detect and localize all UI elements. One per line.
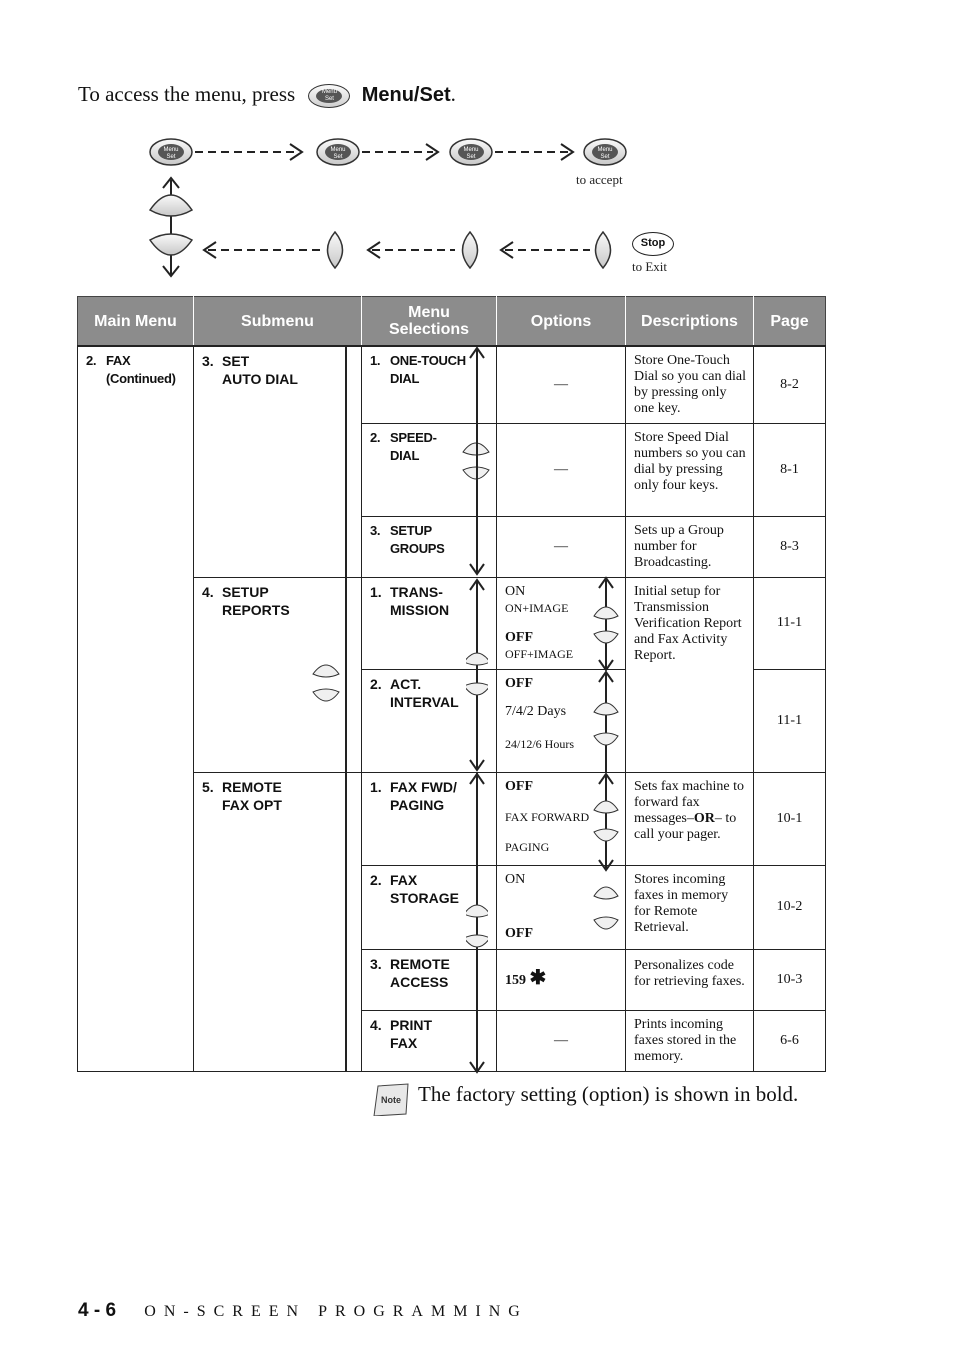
page-cell: 10-2 xyxy=(753,864,826,950)
svg-text:Set: Set xyxy=(333,154,342,160)
options-cell: 159 ✱ xyxy=(496,948,626,1011)
options-cell: — xyxy=(496,1009,626,1072)
header-menu-selections: Menu Selections xyxy=(361,296,497,347)
description-cell: Sets fax machine to forward fax messages… xyxy=(625,771,754,866)
svg-text:Note: Note xyxy=(381,1095,401,1105)
description-cell: Prints incoming faxes stored in the memo… xyxy=(625,1009,754,1072)
up-down-keys-icon xyxy=(312,664,340,701)
svg-text:Menu: Menu xyxy=(597,147,612,153)
description-cell: Store One-Touch Dial so you can dial by … xyxy=(625,345,754,424)
stop-button-icon: Stop xyxy=(632,232,674,256)
description-cell: Stores incoming faxes in memory for Remo… xyxy=(625,864,754,950)
page-cell: 11-1 xyxy=(753,668,826,773)
selection-arrows-overlay xyxy=(466,346,488,1074)
header-page: Page xyxy=(753,296,826,347)
submenu-remote-fax-opt: 5. REMOTE FAX OPT xyxy=(193,771,362,1072)
page-cell: 8-3 xyxy=(753,515,826,578)
table-row: 2. FAX (Continued) 3. SET AUTO DIAL 1. ONE… xyxy=(77,345,826,1072)
header-submenu: Submenu xyxy=(193,296,362,347)
down-arrow-key-icon xyxy=(148,233,194,256)
menu-set-button-4: Menu Set xyxy=(583,138,627,166)
page-number: 4 - 6 xyxy=(78,1300,117,1321)
down-arrow-key-icon xyxy=(593,828,619,842)
options-cell: — xyxy=(496,515,626,578)
svg-text:Menu: Menu xyxy=(163,147,178,153)
left-arrow-key-icon xyxy=(461,230,479,270)
description-cell: Personalizes code for retrieving faxes. xyxy=(625,948,754,1011)
up-arrow-key-icon xyxy=(593,800,619,814)
exit-label: to Exit xyxy=(632,259,668,274)
left-arrow-key-icon xyxy=(594,230,612,270)
left-arrow-key-icon xyxy=(326,230,344,270)
page-cell: 10-1 xyxy=(753,771,826,866)
table-header-row: Main Menu Submenu Menu Selections Option… xyxy=(77,296,826,347)
description-cell: Store Speed Dial numbers so you can dial… xyxy=(625,422,754,517)
svg-text:Set: Set xyxy=(166,154,175,160)
svg-text:Set: Set xyxy=(466,154,475,160)
page-cell: 11-1 xyxy=(753,576,826,670)
menu-table: Main Menu Submenu Menu Selections Option… xyxy=(77,296,826,1072)
down-arrow-key-icon xyxy=(593,630,619,644)
up-arrow-key-icon xyxy=(466,904,488,918)
page-cell: 10-3 xyxy=(753,948,826,1011)
up-arrow-key-icon xyxy=(148,194,194,217)
up-down-keys-icon xyxy=(593,886,619,930)
down-arrow-key-icon xyxy=(466,682,488,696)
menu-set-button-3: Menu Set xyxy=(449,138,493,166)
up-arrow-key-icon xyxy=(593,702,619,716)
main-menu-cell: 2. FAX (Continued) xyxy=(77,345,194,1072)
options-cell: — xyxy=(496,345,626,424)
page-cell: 8-1 xyxy=(753,422,826,517)
header-descriptions: Descriptions xyxy=(625,296,754,347)
section-title: ON-SCREEN PROGRAMMING xyxy=(144,1303,528,1320)
submenu-set-auto-dial: 3. SET AUTO DIAL xyxy=(193,345,362,578)
accept-label: to accept xyxy=(576,172,623,187)
svg-text:Menu: Menu xyxy=(463,147,478,153)
page-cell: 6-6 xyxy=(753,1009,826,1072)
up-arrow-key-icon xyxy=(466,652,488,666)
svg-text:Set: Set xyxy=(600,154,609,160)
up-arrow-key-icon xyxy=(593,606,619,620)
menu-set-button-icon: Menu Set xyxy=(308,84,351,109)
header-options: Options xyxy=(496,296,626,347)
down-arrow-key-icon xyxy=(466,934,488,948)
note-text: The factory setting (option) is shown in… xyxy=(418,1082,799,1106)
options-cell: — xyxy=(496,422,626,517)
svg-text:Menu: Menu xyxy=(330,147,345,153)
note-icon: Note xyxy=(373,1083,409,1116)
menu-set-button-1: Menu Set xyxy=(149,138,193,166)
intro-prefix: To access the menu, press xyxy=(78,82,296,106)
menu-set-label: Menu/Set xyxy=(361,84,451,106)
header-main-menu: Main Menu xyxy=(77,296,194,347)
option-arrows-overlay xyxy=(593,576,619,872)
menu-set-button-2: Menu Set xyxy=(316,138,360,166)
page-footer: 4 - 6 ON-SCREEN PROGRAMMING xyxy=(78,1300,528,1322)
description-cell: Initial setup for Transmission Verificat… xyxy=(625,576,754,773)
page-cell: 8-2 xyxy=(753,345,826,424)
description-cell: Sets up a Group number for Broadcasting. xyxy=(625,515,754,578)
submenu-setup-reports: 4. SETUP REPORTS xyxy=(193,576,362,773)
navigation-diagram: Menu Set Menu Set Menu Set Menu Set xyxy=(148,138,627,278)
intro-line: To access the menu, press Menu Set Menu/S… xyxy=(78,82,456,109)
down-arrow-key-icon xyxy=(593,732,619,746)
star-key-icon: ✱ xyxy=(529,967,547,989)
